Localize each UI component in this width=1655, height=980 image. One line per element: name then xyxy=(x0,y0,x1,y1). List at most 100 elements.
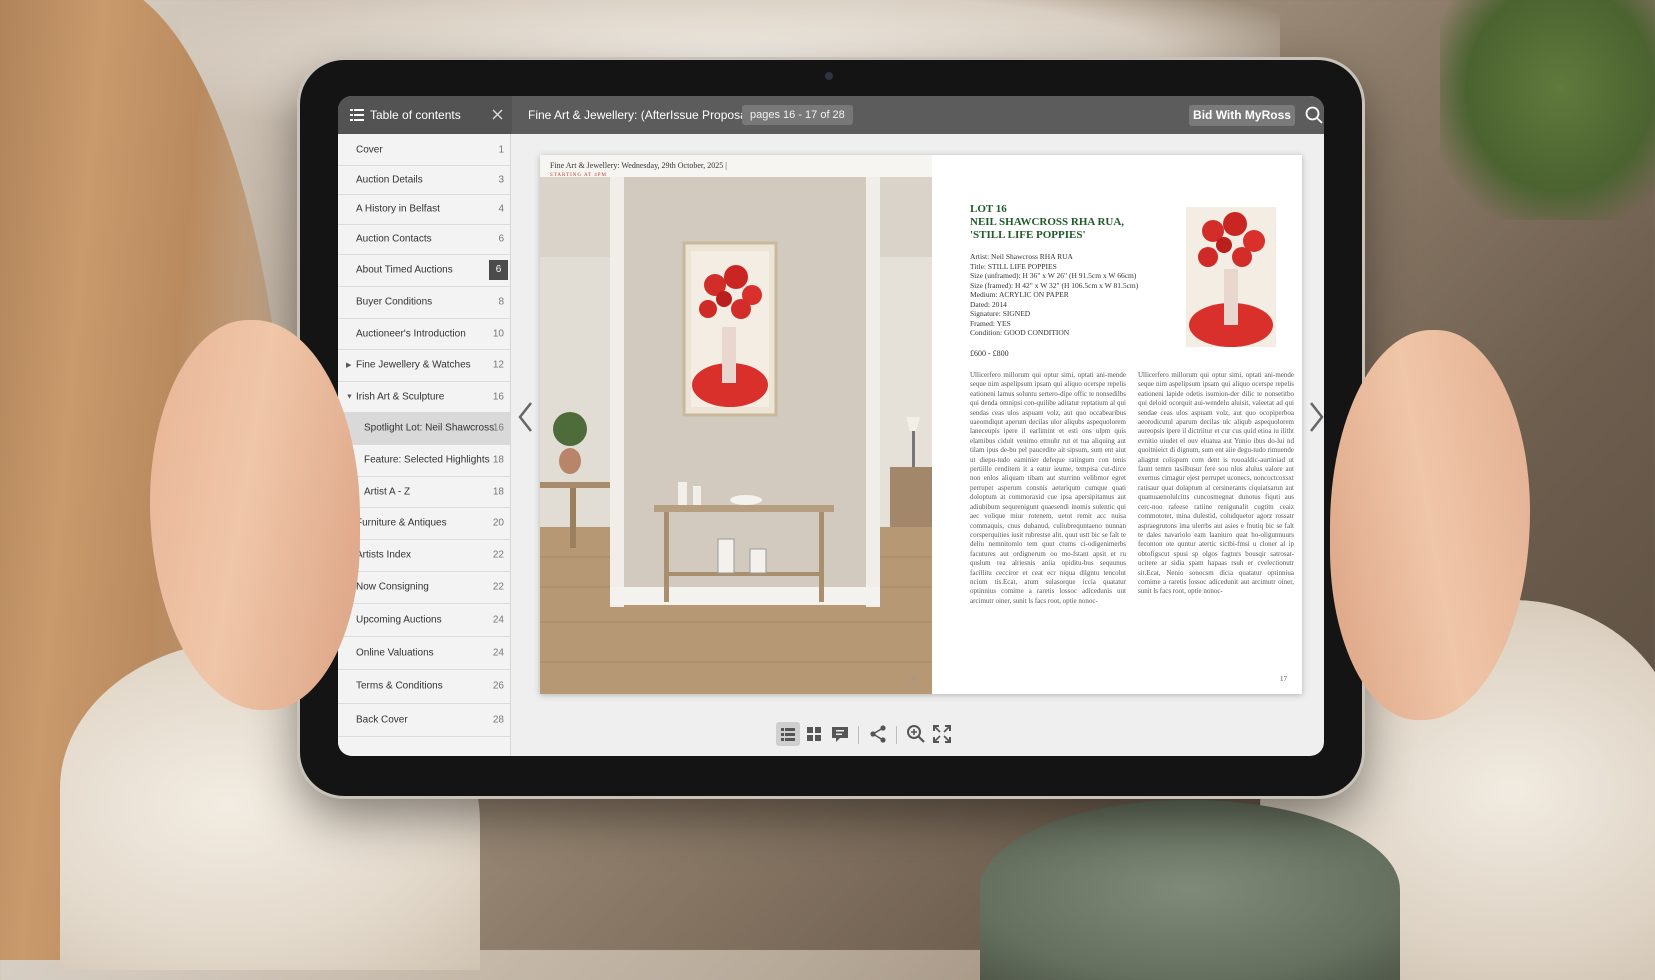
toc-item[interactable]: Upcoming Auctions 24 xyxy=(338,603,510,637)
left-page-subheader: STARTING AT 4PM xyxy=(550,173,607,178)
toc-item-label: Feature: Selected Highlights xyxy=(364,454,490,466)
toc-item-label: Now Consigning xyxy=(356,581,429,593)
toc-item-page: 20 xyxy=(492,517,504,529)
comments-icon[interactable] xyxy=(828,722,852,746)
toc-item[interactable]: Auction Details 3 xyxy=(338,165,510,195)
left-page[interactable]: Fine Art & Jewellery: Wednesday, 29th Oc… xyxy=(540,155,932,694)
artwork-thumbnail xyxy=(1186,207,1276,347)
toc-item-label: Back Cover xyxy=(356,714,408,725)
toc-item[interactable]: Cover 1 xyxy=(338,134,510,166)
lot-detail-line: Size (unframed): H 36" x W 26" (H 91.5cm… xyxy=(970,271,1137,280)
toc-item-label: Terms & Conditions xyxy=(356,680,443,692)
toc-item-page: 6 xyxy=(489,260,508,280)
toc-item-page: 8 xyxy=(498,296,504,308)
thumbnails-grid-icon[interactable] xyxy=(802,722,826,746)
toc-item[interactable]: Online Valuations 24 xyxy=(338,636,510,670)
toc-item[interactable]: Terms & Conditions 26 xyxy=(338,669,510,704)
lot-detail-line: Title: STILL LIFE POPPIES xyxy=(970,261,1057,271)
toc-item-label: Upcoming Auctions xyxy=(356,614,442,625)
caret-right-icon[interactable]: ▶ xyxy=(346,361,351,369)
toc-item-page: 28 xyxy=(492,714,504,725)
lot-detail-line: Condition: GOOD CONDITION xyxy=(970,328,1070,337)
background-plant xyxy=(1440,0,1655,220)
toc-item-page: 3 xyxy=(498,174,504,185)
toc-item-label: Buyer Conditions xyxy=(356,296,433,308)
toc-item-page: 4 xyxy=(498,203,504,215)
front-camera xyxy=(825,72,833,80)
background-blanket xyxy=(980,800,1400,980)
document-title: Fine Art & Jewellery: (AfterIssue Propos… xyxy=(528,108,754,122)
toc-item[interactable]: Furniture & Antiques 20 xyxy=(338,507,510,540)
toolbar-divider xyxy=(858,726,859,744)
left-page-header: Fine Art & Jewellery: Wednesday, 29th Oc… xyxy=(550,161,727,170)
lot-number: LOT 16 xyxy=(970,203,1007,215)
lot-detail-line: Framed: YES xyxy=(970,318,1011,328)
right-page-number: 17 xyxy=(1280,675,1287,683)
toc-item-page: 1 xyxy=(498,144,504,155)
toc-item[interactable]: Feature: Selected Highlights 18 xyxy=(338,444,510,477)
toc-item-label: A History in Belfast xyxy=(356,203,440,215)
left-page-number: 16 xyxy=(908,675,915,683)
close-icon[interactable] xyxy=(491,108,504,121)
room-photo xyxy=(540,177,932,694)
lot-detail-line: Dated: 2014 xyxy=(970,299,1007,309)
lot-artist: NEIL SHAWCROSS RHA RUA, xyxy=(970,216,1125,228)
toc-item[interactable]: Auctioneer's Introduction 10 xyxy=(338,318,510,350)
toc-item[interactable]: A History in Belfast 4 xyxy=(338,194,510,225)
bid-button[interactable]: Bid With MyRoss xyxy=(1189,105,1295,126)
toc-item-page: 16 xyxy=(492,422,504,434)
toc-item-page: 16 xyxy=(492,391,504,402)
toc-item-label: About Timed Auctions xyxy=(356,264,453,276)
list-icon xyxy=(350,109,364,121)
toc-item[interactable]: Now Consigning 22 xyxy=(338,571,510,604)
toc-item[interactable]: Back Cover 28 xyxy=(338,703,510,737)
toc-item-page: 18 xyxy=(492,454,504,466)
toc-item[interactable]: Buyer Conditions 8 xyxy=(338,286,510,319)
toc-item-label: Furniture & Antiques xyxy=(356,517,447,529)
right-page[interactable]: LOT 16 NEIL SHAWCROSS RHA RUA, 'STILL LI… xyxy=(934,155,1302,694)
zoom-in-icon[interactable] xyxy=(904,722,928,746)
lot-detail-line: Size (framed): H 42" x W 32" (H 106.5cm … xyxy=(970,280,1139,290)
toc-item-page: 6 xyxy=(498,233,504,245)
toc-item-label: Cover xyxy=(356,144,383,155)
lot-detail-line: Artist: Neil Shawcross RHA RUA xyxy=(970,252,1073,261)
toc-item-label: Artist A - Z xyxy=(364,486,411,497)
next-page-arrow[interactable] xyxy=(1306,400,1324,434)
body-text-column-2: Ullicerfero millorum qui optur simi, opt… xyxy=(1138,371,1294,596)
page-indicator: pages 16 - 17 of 28 xyxy=(742,105,853,125)
toc-item[interactable]: ▶ Fine Jewellery & Watches 12 xyxy=(338,349,510,382)
toc-item-page: 12 xyxy=(492,359,504,371)
lot-detail-line: Signature: SIGNED xyxy=(970,309,1031,318)
toc-item-label: Fine Jewellery & Watches xyxy=(356,359,471,371)
caret-down-icon[interactable]: ▼ xyxy=(346,393,353,400)
fullscreen-icon[interactable] xyxy=(930,722,954,746)
toc-item-page: 24 xyxy=(492,614,504,625)
viewer-top-bar: Table of contents Fine Art & Jewellery: … xyxy=(338,96,1324,134)
lot-details: Artist: Neil Shawcross RHA RUA Title: STI… xyxy=(970,252,1190,338)
toc-item[interactable]: Auction Contacts 6 xyxy=(338,224,510,255)
toc-header: Table of contents xyxy=(338,96,512,134)
toc-title: Table of contents xyxy=(370,108,461,122)
toc-view-icon[interactable] xyxy=(776,722,800,746)
toc-item-page: 22 xyxy=(492,581,504,593)
toc-item[interactable]: Artists Index 22 xyxy=(338,539,510,572)
toc-item[interactable]: Artist A - Z 18 xyxy=(338,476,510,508)
toc-item-page: 10 xyxy=(492,328,504,339)
body-text-column-1: Ullicerfero millorum qui optur simi, opt… xyxy=(970,371,1126,605)
toc-item-label: Auction Details xyxy=(356,174,423,185)
toc-item[interactable]: About Timed Auctions 6 xyxy=(338,254,510,287)
share-icon[interactable] xyxy=(866,722,890,746)
previous-page-arrow[interactable] xyxy=(516,400,536,434)
toc-item[interactable]: Spotlight Lot: Neil Shawcross 16 xyxy=(338,412,510,445)
toc-item-label: Spotlight Lot: Neil Shawcross xyxy=(364,422,495,434)
toc-item-label: Online Valuations xyxy=(356,647,434,658)
toc-item[interactable]: ▼ Irish Art & Sculpture 16 xyxy=(338,381,510,413)
tablet-device: Table of contents Fine Art & Jewellery: … xyxy=(300,60,1362,796)
search-icon[interactable] xyxy=(1305,106,1323,124)
toolbar-divider xyxy=(896,726,897,744)
toc-item-label: Artists Index xyxy=(356,549,412,561)
toc-item-page: 26 xyxy=(492,680,504,692)
toc-item-label: Irish Art & Sculpture xyxy=(356,391,445,402)
lot-detail-line: Medium: ACRYLIC ON PAPER xyxy=(970,290,1069,299)
toc-item-page: 18 xyxy=(492,486,504,497)
